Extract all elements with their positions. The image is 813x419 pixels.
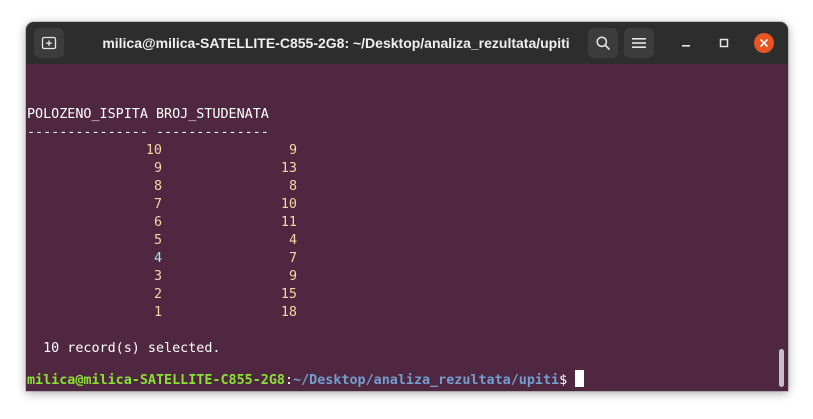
terminal-output[interactable]: POLOZENO_ISPITA BROJ_STUDENATA ---------… bbox=[26, 64, 788, 391]
prompt-separator: : bbox=[284, 373, 294, 388]
polozeno-cell: 10 bbox=[145, 143, 162, 158]
close-button[interactable] bbox=[754, 33, 774, 53]
polozeno-cell: 5 bbox=[153, 233, 162, 248]
hamburger-menu-icon bbox=[632, 38, 646, 48]
prompt-user: milica@milica-SATELLITE-C855-2G8 bbox=[27, 373, 285, 388]
close-icon bbox=[760, 39, 768, 47]
polozeno-cell: 1 bbox=[153, 305, 162, 320]
polozeno-cell: 2 bbox=[153, 287, 162, 302]
prompt-line[interactable]: milica@milica-SATELLITE-C855-2G8:~/Deskt… bbox=[27, 370, 585, 388]
table-row: 39 bbox=[27, 268, 297, 286]
table-row: 1 18 bbox=[27, 304, 297, 322]
polozeno-cell: 6 bbox=[153, 215, 162, 230]
prompt-symbol: $ bbox=[559, 373, 576, 388]
polozeno-cell: 3 bbox=[153, 269, 162, 284]
window-title: milica@milica-SATELLITE-C855-2G8: ~/Desk… bbox=[102, 35, 570, 51]
table-row: 6 11 bbox=[27, 214, 297, 232]
broj-cell: 8 bbox=[288, 179, 297, 194]
broj-cell: 9 bbox=[288, 269, 297, 284]
polozeno-cell: 4 bbox=[153, 251, 162, 266]
polozeno-cell: 9 bbox=[153, 161, 162, 176]
new-tab-button[interactable] bbox=[34, 28, 64, 58]
broj-cell: 9 bbox=[288, 143, 297, 158]
table-row: 9 13 bbox=[27, 160, 297, 178]
broj-cell: 4 bbox=[288, 233, 297, 248]
polozeno-cell: 8 bbox=[153, 179, 162, 194]
minimize-button[interactable] bbox=[676, 33, 696, 53]
broj-cell: 11 bbox=[280, 215, 297, 230]
broj-cell: 15 bbox=[280, 287, 297, 302]
table-row: 2 15 bbox=[27, 286, 297, 304]
records-summary: 10 record(s) selected. bbox=[27, 341, 221, 356]
broj-cell: 10 bbox=[280, 197, 297, 212]
terminal-window: milica@milica-SATELLITE-C855-2G8: ~/Desk… bbox=[26, 22, 788, 391]
broj-cell: 7 bbox=[288, 251, 297, 266]
maximize-icon bbox=[719, 38, 729, 48]
broj-cell: 18 bbox=[280, 305, 297, 320]
table-row: 7 10 bbox=[27, 196, 297, 214]
scrollbar-thumb[interactable] bbox=[779, 349, 784, 387]
search-button[interactable] bbox=[588, 28, 618, 58]
table-row: 88 bbox=[27, 178, 297, 196]
text-cursor bbox=[575, 370, 585, 387]
table-separator: --------------- -------------- bbox=[27, 125, 269, 140]
search-icon bbox=[596, 36, 610, 50]
menu-button[interactable] bbox=[624, 28, 654, 58]
table-row: 10 9 bbox=[27, 142, 297, 160]
table-row: 47 bbox=[27, 250, 297, 268]
title-bar: milica@milica-SATELLITE-C855-2G8: ~/Desk… bbox=[26, 22, 788, 64]
broj-cell: 13 bbox=[280, 161, 297, 176]
maximize-button[interactable] bbox=[714, 33, 734, 53]
polozeno-cell: 7 bbox=[153, 197, 162, 212]
new-tab-icon bbox=[41, 36, 57, 50]
table-header: POLOZENO_ISPITA BROJ_STUDENATA bbox=[27, 107, 269, 122]
minimize-icon bbox=[682, 45, 690, 47]
prompt-path: ~/Desktop/analiza_rezultata/upiti bbox=[293, 373, 560, 388]
table-row: 54 bbox=[27, 232, 297, 250]
